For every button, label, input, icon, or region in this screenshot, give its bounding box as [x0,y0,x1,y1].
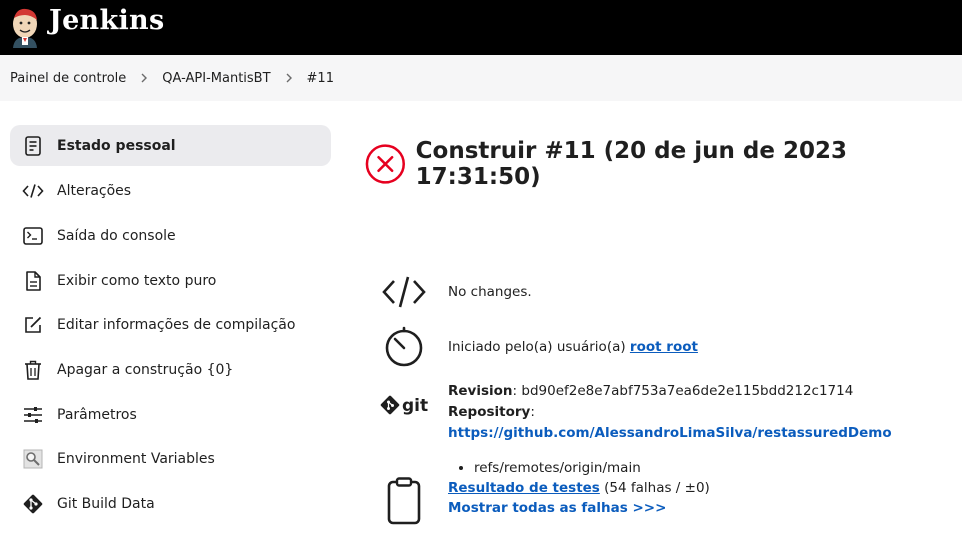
started-by-prefix: Iniciado pelo(a) usuário(a) [448,339,630,355]
timer-icon [380,326,428,367]
chevron-right-icon [126,71,162,86]
sidebar-item-plain-text[interactable]: Exibir como texto puro [10,258,331,303]
sidebar-item-label: Editar informações de compilação [57,317,296,334]
started-by-text: Iniciado pelo(a) usuário(a) root root [448,339,698,355]
sidebar-item-git-build-data[interactable]: Git Build Data [10,482,331,527]
sidebar-item-parameters[interactable]: Parâmetros [10,392,331,437]
terminal-icon [22,225,44,247]
sidebar-item-status[interactable]: Estado pessoal [10,125,331,166]
user-link[interactable]: root root [630,339,698,355]
breadcrumb-job[interactable]: QA-API-MantisBT [162,71,270,86]
sidebar-item-label: Environment Variables [57,451,215,468]
build-title-row: Construir #11 (20 de jun de 2023 17:31:5… [365,138,962,190]
repository-link[interactable]: https://github.com/AlessandroLimaSilva/r… [448,425,892,441]
test-results-link[interactable]: Resultado de testes [448,480,600,496]
tests-details: Resultado de testes (54 falhas / ±0) Mos… [448,478,710,518]
sidebar-item-label: Estado pessoal [57,137,176,154]
sidebar-item-label: Saída do console [57,228,176,245]
changes-row: No changes. [380,272,532,312]
jenkins-brand[interactable]: Jenkins [49,5,164,36]
jenkins-logo-icon[interactable] [9,6,41,48]
revision-value: : bd90ef2e8e7abf753a7ea6de2e115bdd212c17… [512,383,854,399]
revision-label: Revision [448,383,513,399]
edit-icon [22,314,44,336]
breadcrumb-dashboard[interactable]: Painel de controle [10,71,126,86]
sidebar-item-label: Git Build Data [57,496,155,513]
sidebar-item-label: Alterações [57,183,132,200]
tests-row: Resultado de testes (54 falhas / ±0) Mos… [380,476,710,526]
git-details: Revision: bd90ef2e8e7abf753a7ea6de2e115b… [448,381,962,479]
sidebar-item-edit-build-info[interactable]: Editar informações de compilação [10,303,331,348]
sidebar-item-environment-variables[interactable]: Environment Variables [10,437,331,482]
repository-line: Repository: https://github.com/Alessandr… [448,402,962,444]
git-logo-icon: git [380,381,428,429]
test-summary: (54 falhas / ±0) [599,480,710,496]
show-all-failures-link[interactable]: Mostrar todas as falhas >>> [448,500,666,516]
sliders-icon [22,404,44,426]
repository-label: Repository [448,404,531,420]
git-icon [22,493,44,515]
top-header: Jenkins [0,0,962,55]
tests-result-line: Resultado de testes (54 falhas / ±0) [448,478,710,498]
file-icon [22,270,44,292]
sidebar: Estado pessoal Alterações Saída do conso… [10,125,331,527]
started-by-row: Iniciado pelo(a) usuário(a) root root [380,326,698,367]
repository-sep: : [530,404,535,420]
sidebar-item-delete-build[interactable]: Apagar a construção {0} [10,348,331,393]
build-failed-icon [365,144,405,184]
sidebar-item-label: Parâmetros [57,406,137,423]
trash-icon [22,359,44,381]
breadcrumb-build[interactable]: #11 [307,71,334,86]
page-title: Construir #11 (20 de jun de 2023 17:31:5… [415,138,847,190]
revision-line: Revision: bd90ef2e8e7abf753a7ea6de2e115b… [448,381,962,402]
breadcrumb: Painel de controle QA-API-MantisBT #11 [0,55,962,101]
sidebar-item-label: Exibir como texto puro [57,272,217,289]
sidebar-item-label: Apagar a construção {0} [57,362,234,379]
code-icon [380,272,428,312]
document-icon [22,135,44,157]
clipboard-icon [380,476,428,526]
svg-text:git: git [402,396,428,416]
magnifier-icon [22,448,44,470]
sidebar-item-changes[interactable]: Alterações [10,169,331,214]
sidebar-item-console[interactable]: Saída do console [10,214,331,259]
chevron-right-icon [271,71,307,86]
changes-text: No changes. [448,284,532,300]
git-row: git Revision: bd90ef2e8e7abf753a7ea6de2e… [380,381,962,479]
code-icon [22,180,44,202]
